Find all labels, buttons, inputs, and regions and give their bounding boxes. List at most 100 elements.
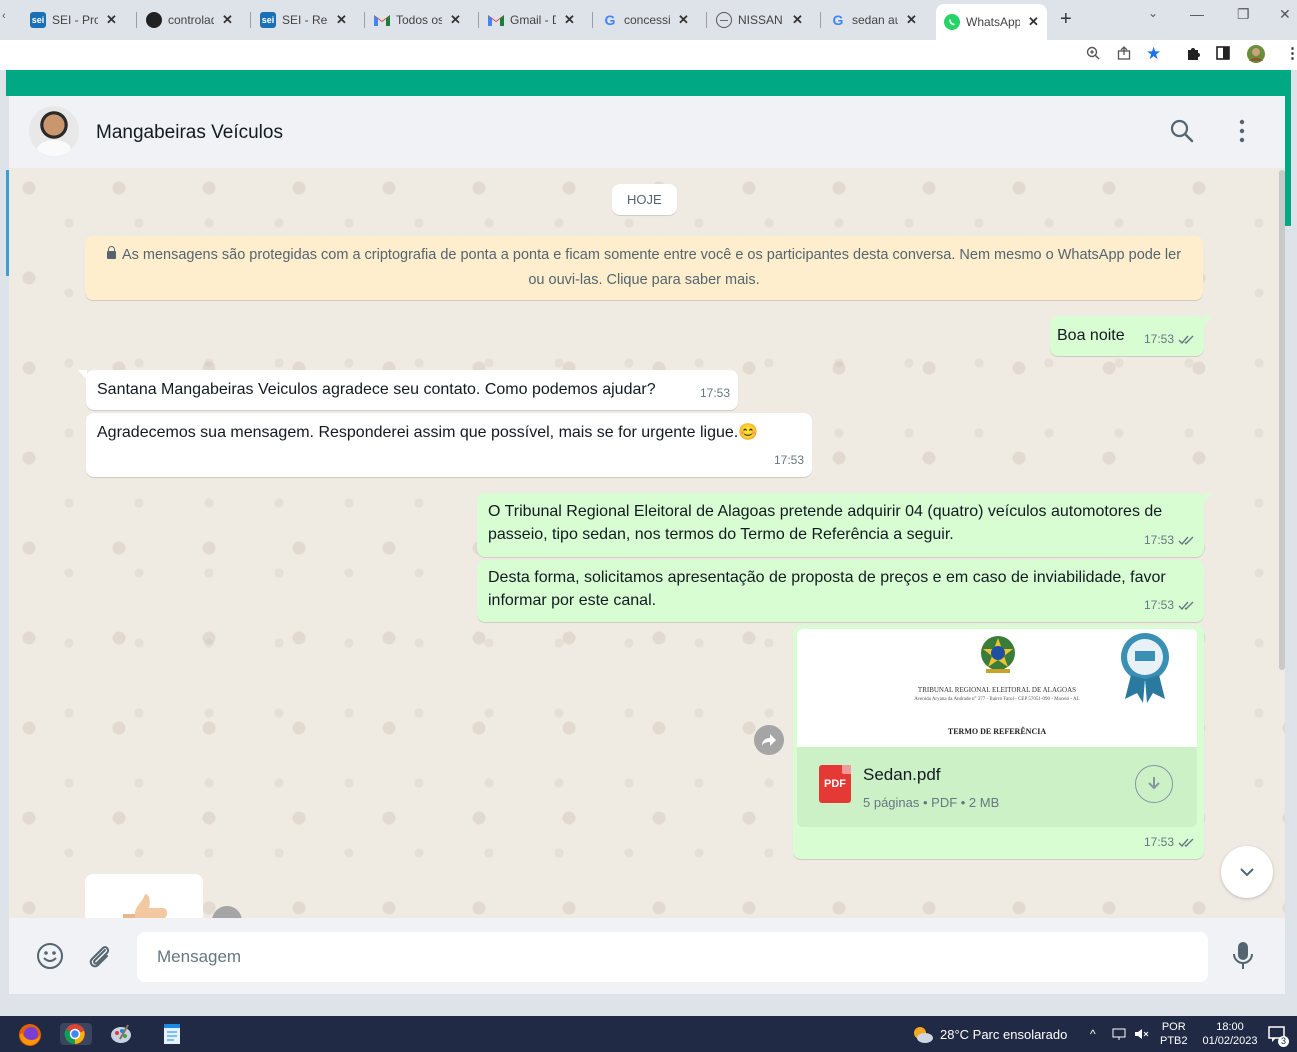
tab-whatsapp[interactable]: WhatsApp ✕ <box>936 4 1047 40</box>
emoji-icon <box>37 943 63 969</box>
tab-todos-os[interactable]: Todos os ✕ <box>374 6 461 34</box>
tab-sei-proc[interactable]: sei SEI - Proc ✕ <box>30 6 117 34</box>
tab-nissan[interactable]: — NISSAN V ✕ <box>716 6 803 34</box>
document-preview[interactable]: TRIBUNAL REGIONAL ELEITORAL DE ALAGOAS A… <box>797 629 1197 747</box>
clock[interactable]: 18:00 01/02/2023 <box>1194 1016 1266 1052</box>
keyboard-layout: PTB2 <box>1160 1035 1188 1047</box>
contact-name[interactable]: Mangabeiras Veículos <box>96 122 283 144</box>
tab-close-icon[interactable]: ✕ <box>106 12 117 28</box>
notepad-taskbar-icon[interactable] <box>162 1023 186 1045</box>
tab-close-icon[interactable]: ✕ <box>792 12 803 28</box>
message-text: Desta forma, solicitamos apresentação de… <box>488 569 1166 609</box>
thumbs-up-sticker-icon <box>123 894 168 918</box>
chrome-taskbar-icon[interactable] <box>60 1023 92 1045</box>
tray-chevron-up-icon[interactable]: ^ <box>1090 1016 1096 1052</box>
message-meta: 17:53 <box>1144 529 1196 552</box>
message-bubble-outgoing[interactable]: Boa noite 17:53 <box>1050 316 1212 356</box>
tab-close-icon[interactable]: ✕ <box>222 12 233 28</box>
message-bubble-incoming[interactable]: Santana Mangabeiras Veiculos agradece se… <box>78 370 738 410</box>
share-icon[interactable] <box>1117 46 1131 64</box>
message-bubble-outgoing[interactable]: O Tribunal Regional Eleitoral de Alagoas… <box>477 493 1212 557</box>
tab-label: Todos os <box>396 13 442 27</box>
microphone-button[interactable] <box>1231 940 1255 972</box>
close-window-icon[interactable]: ✕ <box>1279 6 1291 23</box>
tab-sedan[interactable]: G sedan aut ✕ <box>830 6 917 34</box>
notification-count-badge: 3 <box>1278 1036 1289 1047</box>
tab-scroll-left-icon[interactable]: ‹ <box>2 10 6 22</box>
double-check-icon <box>1178 536 1194 546</box>
tab-gmail[interactable]: Gmail - D ✕ <box>488 6 575 34</box>
weather-text[interactable]: 28°C Parc ensolarado <box>940 1016 1067 1052</box>
browser-menu-icon[interactable]: ⋮ <box>1285 44 1297 62</box>
double-check-icon <box>1178 838 1194 848</box>
message-meta: 17:53 <box>1144 594 1196 617</box>
tab-close-icon[interactable]: ✕ <box>906 12 917 28</box>
tab-close-icon[interactable]: ✕ <box>1028 14 1039 30</box>
minimize-window-icon[interactable]: — <box>1190 6 1204 22</box>
document-message-bubble[interactable]: TRIBUNAL REGIONAL ELEITORAL DE ALAGOAS A… <box>793 625 1204 859</box>
tab-label: sedan aut <box>852 13 898 27</box>
encryption-notice[interactable]: As mensagens são protegidas com a cripto… <box>85 236 1203 300</box>
download-button[interactable] <box>1135 765 1173 803</box>
side-panel-icon[interactable] <box>1216 46 1230 64</box>
language-code: POR <box>1161 1021 1186 1033</box>
tab-close-icon[interactable]: ✕ <box>564 12 575 28</box>
new-tab-button[interactable]: + <box>1060 8 1072 31</box>
nissan-favicon-icon: — <box>716 12 732 28</box>
tab-sei-resu[interactable]: sei SEI - Resu ✕ <box>260 6 347 34</box>
scroll-to-bottom-button[interactable] <box>1221 846 1273 898</box>
network-icon[interactable] <box>1112 1016 1126 1052</box>
chat-scrollbar[interactable] <box>1279 170 1285 670</box>
tab-label: WhatsApp <box>966 15 1020 29</box>
language-indicator[interactable]: POR PTB2 <box>1160 1016 1188 1052</box>
forward-button[interactable] <box>212 906 242 918</box>
document-org-address: Avenida Aryana da Andrade n° 377 - Bairr… <box>914 697 1080 702</box>
tab-close-icon[interactable]: ✕ <box>336 12 347 28</box>
notification-center-icon[interactable]: 3 <box>1268 1016 1289 1052</box>
tab-controlad[interactable]: controlad ✕ <box>146 6 233 34</box>
tab-concessio[interactable]: G concessio ✕ <box>602 6 689 34</box>
message-bubble-incoming[interactable]: Agradecemos sua mensagem. Responderei as… <box>86 413 812 477</box>
paint-taskbar-icon[interactable] <box>110 1023 134 1045</box>
emoji-button[interactable] <box>36 942 64 970</box>
encryption-notice-text: As mensagens são protegidas com a cripto… <box>121 247 1182 288</box>
profile-avatar-icon[interactable] <box>1246 44 1266 68</box>
forward-button[interactable] <box>754 725 784 755</box>
extensions-puzzle-icon[interactable] <box>1186 46 1201 65</box>
message-time: 17:53 <box>1143 332 1174 346</box>
attach-button[interactable] <box>85 942 113 970</box>
weather-partly-sunny-icon[interactable] <box>911 1025 933 1043</box>
sei-favicon-icon: sei <box>30 12 46 28</box>
search-icon[interactable] <box>1169 118 1195 144</box>
document-title: TERMO DE REFERÊNCIA <box>947 727 1047 736</box>
tab-label: Gmail - D <box>510 13 556 27</box>
document-file-row[interactable]: PDF Sedan.pdf 5 páginas • PDF • 2 MB <box>797 747 1197 827</box>
tab-close-icon[interactable]: ✕ <box>450 12 461 28</box>
browser-tab-strip: ‹ sei SEI - Proc ✕ controlad ✕ sei SEI -… <box>0 0 1297 40</box>
message-bubble-outgoing[interactable]: Desta forma, solicitamos apresentação de… <box>477 560 1204 622</box>
clock-date: 01/02/2023 <box>1202 1035 1258 1047</box>
chat-header[interactable]: Mangabeiras Veículos <box>9 96 1285 168</box>
sticker-message-bubble[interactable] <box>85 874 203 918</box>
tab-close-icon[interactable]: ✕ <box>678 12 689 28</box>
tab-search-icon[interactable]: ⌄ <box>1148 6 1158 20</box>
message-time: 17:53 <box>1143 533 1174 547</box>
contact-avatar[interactable] <box>29 106 79 156</box>
bookmark-star-icon[interactable]: ★ <box>1146 44 1161 64</box>
chat-conversation[interactable]: HOJE As mensagens são protegidas com a c… <box>9 168 1285 918</box>
chat-menu-icon[interactable] <box>1237 118 1247 144</box>
message-input[interactable] <box>137 932 1208 982</box>
zoom-icon[interactable] <box>1086 46 1100 64</box>
message-composer <box>9 918 1285 994</box>
tab-label: SEI - Resu <box>282 13 328 27</box>
message-text: Boa noite <box>1057 327 1125 344</box>
firefox-taskbar-icon[interactable] <box>18 1023 42 1046</box>
pdf-file-icon: PDF <box>819 765 851 803</box>
tab-label: SEI - Proc <box>52 13 98 27</box>
restore-window-icon[interactable]: ❐ <box>1237 6 1250 23</box>
speaker-muted-icon[interactable] <box>1134 1016 1150 1052</box>
date-chip: HOJE <box>612 184 677 215</box>
file-info: 5 páginas • PDF • 2 MB <box>863 795 1000 810</box>
download-arrow-icon <box>1148 777 1160 790</box>
microphone-icon <box>1233 942 1253 969</box>
